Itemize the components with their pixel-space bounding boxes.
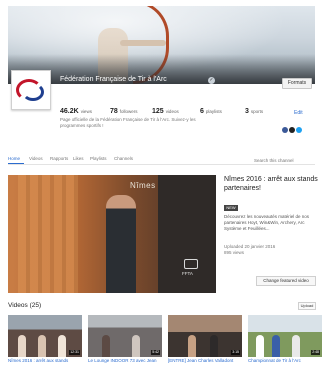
active-tab-indicator [8,163,24,164]
stat-label: sports [250,109,264,114]
video-thumbnail[interactable]: 3:15 [168,315,242,357]
stat-sports: 3 sports [245,100,263,118]
logo-blue-arc [22,83,44,101]
thumb-figure [102,335,110,357]
stat-label: playlists [205,109,222,114]
stat-value: 125 [152,108,164,115]
thumb-figure [272,335,280,357]
featured-title[interactable]: Nîmes 2016 : arrêt aux stands partenaire… [224,176,318,193]
video-title[interactable]: Championnat de Tir à l'Arc [248,358,322,363]
subscribe-button[interactable]: Formats [282,78,312,89]
featured-video-player[interactable]: Nîmes FFTA [8,175,216,293]
video-thumbnail[interactable]: 12:31 [8,315,82,357]
channel-stats: 46.2K views 78 followers 125 videos 6 playli… [60,100,290,115]
video-duration: 12:31 [69,350,80,355]
video-frame-door [18,175,78,293]
video-title[interactable]: Le Lounge INDOOR 73 avec Jean [88,358,162,363]
featured-views: 895 views [224,250,245,255]
video-thumbnail[interactable]: 2:48 [248,315,322,357]
twitter-icon[interactable] [296,127,302,133]
stat-label: videos [165,109,179,114]
thumb-figure [210,335,218,357]
stat-value: 6 [200,108,204,115]
stat-value: 3 [245,108,249,115]
video-overlay-text: Nîmes [130,181,156,190]
social-links [282,120,314,133]
verified-icon: ✓ [208,77,215,84]
stat-views: 46.2K views [60,100,92,118]
video-title[interactable]: [ENTRE] Jean Charles Valladont [168,358,242,363]
video-thumbnail[interactable]: 5:42 [88,315,162,357]
stat-value: 46.2K [60,108,79,115]
stat-videos: 125 videos [152,100,179,118]
video-duration: 5:42 [151,350,160,355]
thumb-figure [132,335,140,357]
stat-value: 78 [110,108,118,115]
stat-followers: 78 followers [110,100,138,118]
ffta-logo-icon [184,259,198,269]
search-input[interactable] [254,156,314,164]
tab-rapports[interactable]: Rapports [50,156,68,161]
channel-description: Page officielle de la Fédération Françai… [60,117,196,128]
tab-likes[interactable]: Likes [73,156,84,161]
upload-button[interactable]: Upload [298,302,316,310]
video-duration: 2:48 [311,350,320,355]
facebook-icon[interactable] [282,127,288,133]
thumb-figure [256,335,264,357]
change-featured-button[interactable]: Change featured video [256,276,316,286]
tab-channels[interactable]: Channels [114,156,133,161]
stat-label: views [80,109,92,114]
videos-section-title[interactable]: Videos (25) [8,302,41,309]
featured-description: Découvrez les nouveautés matériel de nos… [224,214,310,231]
thumb-figure [38,335,46,357]
tab-videos[interactable]: Videos [29,156,43,161]
edit-link[interactable]: Edit [294,110,303,116]
video-watermark: FFTA [182,271,193,276]
other-icon[interactable] [289,127,295,133]
thumb-figure [18,335,26,357]
video-duration: 3:15 [231,350,240,355]
tab-playlists[interactable]: Playlists [90,156,107,161]
stat-label: followers [119,109,138,114]
channel-banner [8,6,315,84]
stat-playlists: 6 playlists [200,100,222,118]
thumb-figure [188,335,196,357]
featured-meta: Uploaded 20 janvier 2016 895 views [224,244,316,256]
tab-home[interactable]: Home [8,156,20,161]
video-frame-person [106,195,136,293]
new-badge: NEW [224,205,238,211]
avatar[interactable] [11,70,51,110]
thumb-figure [58,335,66,357]
video-title[interactable]: Nîmes 2016 : arrêt aux stands [8,358,82,363]
channel-title[interactable]: Fédération Française de Tir à l'Arc [60,76,167,83]
thumb-figure [292,335,300,357]
